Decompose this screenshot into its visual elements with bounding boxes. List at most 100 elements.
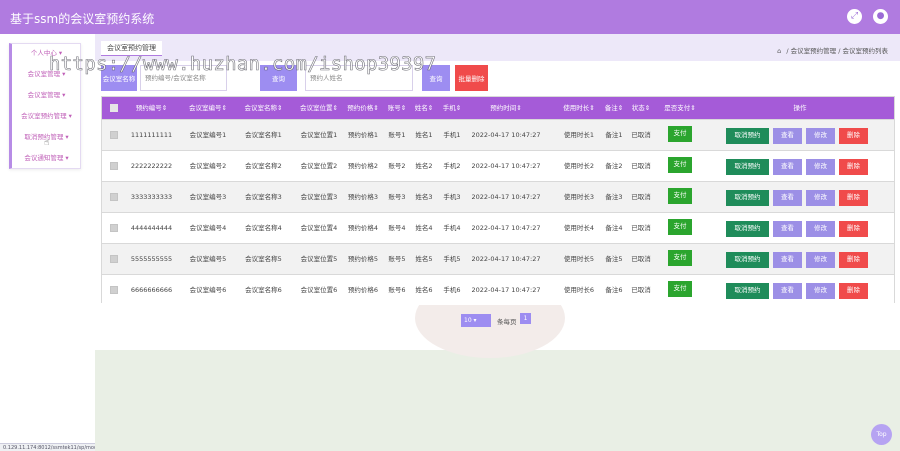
cell-name: 姓名6	[415, 286, 433, 294]
cell-time: 2022-04-17 10:47:27	[471, 224, 541, 232]
pay-button[interactable]: 支付	[668, 157, 692, 173]
col-paid[interactable]: 是否支付⇕	[656, 97, 704, 119]
col-room-location[interactable]: 会议室位置⇕	[291, 97, 347, 119]
col-room-name[interactable]: 会议室名称⇕	[236, 97, 291, 119]
delete-button[interactable]: 删除	[839, 283, 868, 299]
col-account[interactable]: 账号⇕	[385, 97, 409, 119]
watermark-text: https://www.huzhan.com/ishop39397	[49, 53, 437, 76]
expand-icon[interactable]: ⤢	[847, 9, 862, 24]
pay-button[interactable]: 支付	[668, 219, 692, 235]
col-room-no[interactable]: 会议室编号⇕	[180, 97, 236, 119]
cancel-reservation-button[interactable]: 取消预约	[726, 283, 769, 299]
row-checkbox[interactable]	[110, 193, 118, 201]
breadcrumb-item-reservation[interactable]: 会议室预约管理	[791, 47, 837, 55]
pay-button[interactable]: 支付	[668, 188, 692, 204]
table-row: 5555555555 会议室编号5 会议室名称5 会议室位置5 预约价格5 账号5 姓名5 手…	[102, 243, 894, 274]
view-button[interactable]: 查看	[773, 190, 802, 206]
cell-name: 姓名2	[415, 162, 433, 170]
sidebar-item-meeting-room-manage[interactable]: 会议室管理 ▾	[12, 89, 81, 99]
cancel-reservation-button[interactable]: 取消预约	[726, 128, 769, 144]
cell-room-name: 会议室名称4	[245, 224, 282, 232]
home-icon[interactable]: ⌂	[777, 47, 781, 55]
col-time[interactable]: 预约时间⇕	[467, 97, 545, 119]
batch-delete-button[interactable]: 批量删除	[455, 65, 488, 91]
cell-account: 账号2	[388, 162, 406, 170]
cell-phone: 手机6	[443, 286, 461, 294]
cell-duration: 使用时长1	[563, 131, 595, 139]
delete-button[interactable]: 删除	[839, 159, 868, 175]
page-size-select[interactable]: 10 ▾	[461, 314, 491, 327]
row-checkbox[interactable]	[110, 162, 118, 170]
edit-button[interactable]: 修改	[806, 190, 835, 206]
cell-reservation-no: 4444444444	[130, 224, 173, 232]
cell-phone: 手机3	[443, 193, 461, 201]
cell-price: 预约价格6	[347, 286, 379, 294]
select-all-checkbox[interactable]	[106, 97, 122, 119]
col-duration[interactable]: 使用时长⇕	[560, 97, 598, 119]
col-reservation-no[interactable]: 预约编号⇕	[124, 97, 179, 119]
cell-name: 姓名5	[415, 255, 433, 263]
pay-button[interactable]: 支付	[668, 126, 692, 142]
cell-time: 2022-04-17 10:47:27	[471, 162, 541, 170]
row-checkbox[interactable]	[110, 131, 118, 139]
view-button[interactable]: 查看	[773, 159, 802, 175]
cell-name: 姓名1	[415, 131, 433, 139]
cell-room-no: 会议室编号1	[189, 131, 227, 139]
cell-duration: 使用时长5	[563, 255, 595, 263]
edit-button[interactable]: 修改	[806, 221, 835, 237]
cell-reservation-no: 6666666666	[130, 286, 173, 294]
cell-reservation-no: 1111111111	[130, 131, 173, 139]
current-page-button[interactable]: 1	[520, 313, 531, 324]
cell-price: 预约价格1	[347, 131, 379, 139]
delete-button[interactable]: 删除	[839, 128, 868, 144]
cell-price: 预约价格3	[347, 193, 379, 201]
user-icon[interactable]: ●	[873, 9, 888, 24]
row-checkbox[interactable]	[110, 255, 118, 263]
cell-room-name: 会议室名称1	[245, 131, 282, 139]
sidebar-item-meeting-notice[interactable]: 会议通知管理 ▾	[12, 152, 81, 162]
page-size-label: 条每页	[497, 318, 517, 326]
cell-phone: 手机2	[443, 162, 461, 170]
mouse-cursor-icon: ☝	[44, 138, 50, 148]
cell-time: 2022-04-17 10:47:27	[471, 286, 541, 294]
cancel-reservation-button[interactable]: 取消预约	[726, 252, 769, 268]
col-status[interactable]: 状态⇕	[629, 97, 653, 119]
cell-remark: 备注4	[605, 224, 623, 232]
col-name[interactable]: 姓名⇕	[412, 97, 436, 119]
edit-button[interactable]: 修改	[806, 159, 835, 175]
cell-room-name: 会议室名称6	[245, 286, 282, 294]
pay-button[interactable]: 支付	[668, 281, 692, 297]
view-button[interactable]: 查看	[773, 252, 802, 268]
row-checkbox[interactable]	[110, 286, 118, 294]
view-button[interactable]: 查看	[773, 128, 802, 144]
cell-price: 预约价格5	[347, 255, 379, 263]
cell-phone: 手机4	[443, 224, 461, 232]
cell-duration: 使用时长4	[563, 224, 595, 232]
table-header-row: 预约编号⇕ 会议室编号⇕ 会议室名称⇕ 会议室位置⇕ 预约价格⇕ 账号⇕ 姓名⇕…	[102, 97, 894, 119]
delete-button[interactable]: 删除	[839, 252, 868, 268]
cancel-reservation-button[interactable]: 取消预约	[726, 221, 769, 237]
cell-room-no: 会议室编号5	[189, 255, 227, 263]
cancel-reservation-button[interactable]: 取消预约	[726, 190, 769, 206]
pay-button[interactable]: 支付	[668, 250, 692, 266]
edit-button[interactable]: 修改	[806, 252, 835, 268]
row-checkbox[interactable]	[110, 224, 118, 232]
edit-button[interactable]: 修改	[806, 128, 835, 144]
cell-account: 账号1	[388, 131, 406, 139]
back-to-top-button[interactable]: Top	[871, 424, 892, 445]
cell-room-name: 会议室名称5	[245, 255, 282, 263]
edit-button[interactable]: 修改	[806, 283, 835, 299]
view-button[interactable]: 查看	[773, 221, 802, 237]
delete-button[interactable]: 删除	[839, 221, 868, 237]
delete-button[interactable]: 删除	[839, 190, 868, 206]
col-phone[interactable]: 手机⇕	[440, 97, 464, 119]
cancel-reservation-button[interactable]: 取消预约	[726, 159, 769, 175]
cell-name: 姓名4	[415, 224, 433, 232]
cell-time: 2022-04-17 10:47:27	[471, 255, 541, 263]
col-remark[interactable]: 备注⇕	[602, 97, 626, 119]
sidebar-item-reservation-manage[interactable]: 会议室预约管理 ▾	[12, 110, 81, 120]
col-price[interactable]: 预约价格⇕	[345, 97, 381, 119]
view-button[interactable]: 查看	[773, 283, 802, 299]
cell-remark: 备注1	[605, 131, 623, 139]
cell-remark: 备注5	[605, 255, 623, 263]
